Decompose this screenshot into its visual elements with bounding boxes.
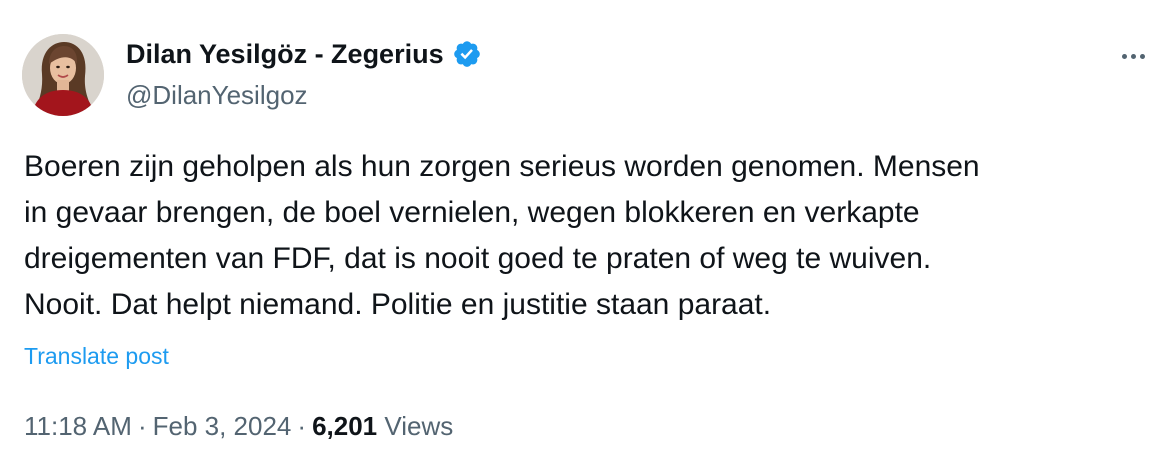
views-label: Views <box>384 411 454 441</box>
more-horizontal-icon-dot <box>1139 53 1145 59</box>
author-display-name[interactable]: Dilan Yesilgöz - Zegerius <box>126 36 444 72</box>
verified-badge-icon[interactable] <box>452 39 482 69</box>
tweet-card: Dilan Yesilgöz - Zegerius @DilanYesilgoz… <box>0 0 1168 460</box>
avatar-image <box>22 34 104 116</box>
views-count[interactable]: 6,201 <box>312 411 377 441</box>
tweet-time[interactable]: 11:18 AM <box>24 411 132 441</box>
tweet-text: Boeren zijn geholpen als hun zorgen seri… <box>24 144 1144 328</box>
tweet-text-line: dreigementen van FDF, dat is nooit goed … <box>24 242 932 275</box>
author-handle[interactable]: @DilanYesilgoz <box>126 78 308 112</box>
more-horizontal-icon-dot <box>1130 53 1136 59</box>
more-options-button[interactable] <box>1116 44 1150 68</box>
translate-post-link[interactable]: Translate post <box>24 340 169 372</box>
avatar[interactable] <box>22 34 104 116</box>
meta-separator: · <box>297 411 307 441</box>
tweet-text-line: in gevaar brengen, de boel vernielen, we… <box>24 196 920 229</box>
tweet-text-line: Nooit. Dat helpt niemand. Politie en jus… <box>24 288 772 321</box>
tweet-meta: 11:18 AM · Feb 3, 2024 · 6,201 Views <box>24 408 453 444</box>
tweet-text-line: Boeren zijn geholpen als hun zorgen seri… <box>24 150 980 183</box>
author-name-row: Dilan Yesilgöz - Zegerius <box>126 36 482 72</box>
tweet-date[interactable]: Feb 3, 2024 <box>153 411 292 441</box>
more-horizontal-icon <box>1121 53 1127 59</box>
meta-separator: · <box>137 411 147 441</box>
